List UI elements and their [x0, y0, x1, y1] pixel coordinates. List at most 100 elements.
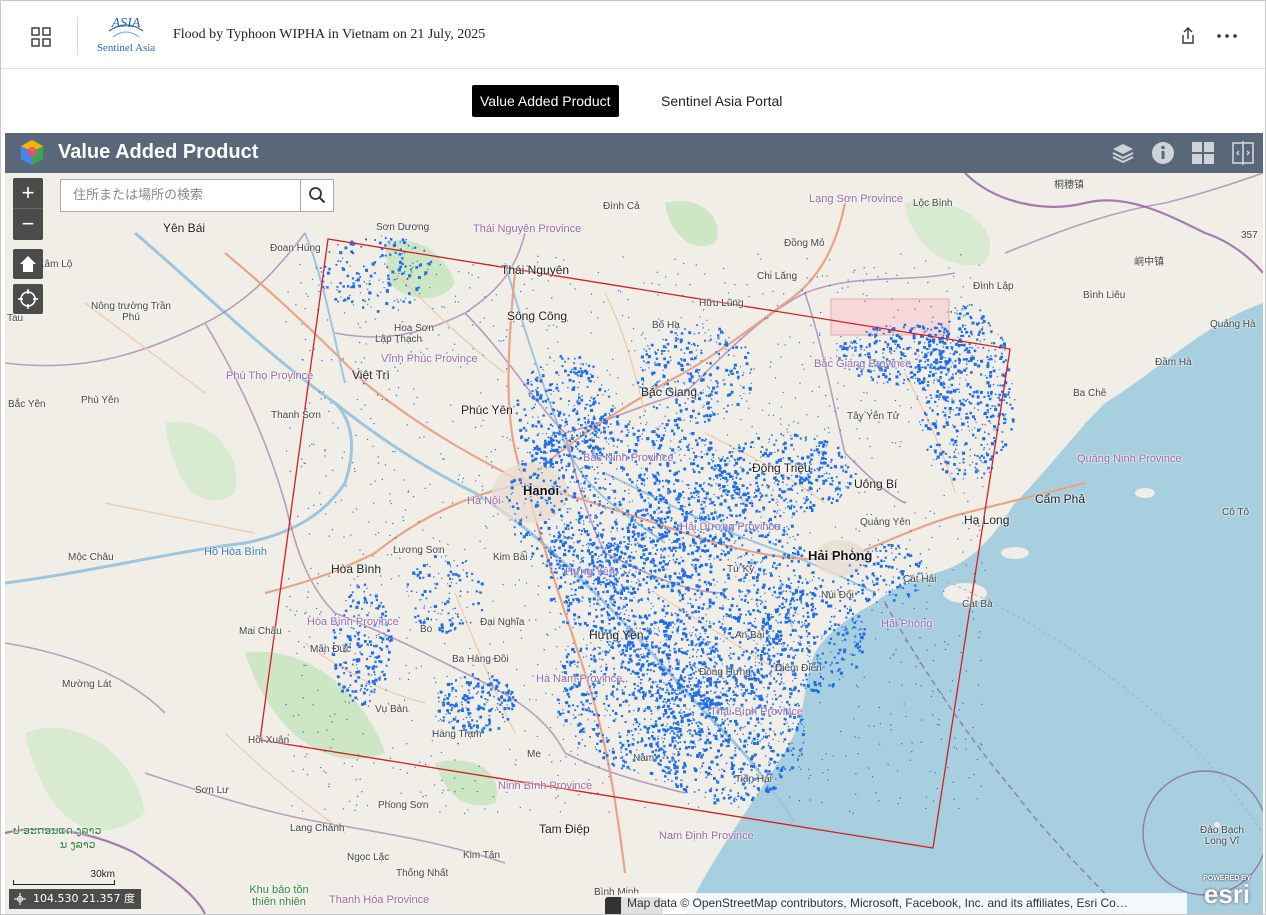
tab-value-added-product[interactable]: Value Added Product [472, 85, 619, 117]
flood-pixel [553, 535, 556, 538]
flood-pixel [549, 458, 553, 462]
flood-pixel [962, 326, 964, 328]
flood-pixel [852, 354, 854, 356]
flood-pixel [657, 709, 659, 711]
flood-pixel [939, 381, 943, 385]
flood-pixel [765, 732, 767, 734]
flood-pixel [630, 599, 634, 602]
flood-pixel [627, 743, 631, 747]
flood-pixel [660, 561, 662, 563]
flood-pixel [627, 538, 630, 541]
flood-pixel [869, 354, 871, 356]
flood-pixel [790, 559, 794, 563]
flood-pixel [1007, 393, 1010, 396]
about-button[interactable] [1143, 133, 1183, 173]
flood-pixel [664, 675, 666, 677]
flood-pixel [957, 344, 961, 347]
swipe-compare-button[interactable] [1223, 133, 1263, 173]
flood-pixel [602, 505, 605, 508]
flood-pixel [747, 692, 750, 695]
flood-pixel [642, 653, 644, 655]
flood-pixel [975, 344, 977, 346]
flood-pixel [646, 660, 649, 663]
basemap-gallery-button[interactable] [1183, 133, 1223, 173]
flood-pixel [599, 667, 601, 669]
flood-pixel [687, 484, 690, 487]
flood-pixel [605, 695, 608, 698]
flood-pixel [774, 787, 777, 790]
flood-pixel [471, 719, 474, 722]
flood-pixel [786, 747, 789, 750]
flood-pixel [803, 730, 805, 732]
flood-pixel [562, 477, 565, 480]
flood-pixel [800, 506, 803, 509]
flood-pixel [739, 590, 742, 593]
flood-pixel [674, 471, 678, 475]
flood-pixel [944, 411, 946, 413]
map-view[interactable]: Yên Bái Sơn Dương Đoan Hùng Lâm Lộ Nông … [5, 173, 1263, 914]
flood-pixel [728, 451, 732, 454]
flood-pixel [686, 611, 688, 613]
flood-pixel [598, 424, 601, 427]
flood-pixel [925, 413, 928, 416]
flood-pixel [633, 597, 635, 598]
flood-pixel [604, 390, 607, 393]
flood-pixel [609, 423, 612, 425]
flood-pixel [739, 683, 743, 686]
flood-pixel [559, 397, 562, 400]
flood-pixel [634, 519, 637, 521]
flood-pixel [658, 494, 662, 497]
flood-pixel [742, 447, 745, 450]
flood-pixel [745, 498, 749, 502]
tab-sentinel-asia-portal[interactable]: Sentinel Asia Portal [653, 85, 790, 117]
flood-pixel [945, 363, 948, 366]
flood-pixel [625, 603, 628, 607]
flood-pixel [629, 543, 631, 545]
flood-pixel [569, 370, 572, 374]
flood-pixel [696, 558, 700, 562]
share-button[interactable] [1177, 25, 1199, 47]
flood-pixel [929, 354, 932, 356]
flood-pixel [854, 473, 857, 475]
flood-pixel [779, 694, 782, 697]
flood-pixel [802, 741, 805, 744]
flood-pixel [673, 703, 675, 705]
flood-pixel [740, 578, 743, 581]
flood-pixel [709, 441, 713, 445]
flood-pixel [792, 512, 796, 516]
flood-pixel [544, 457, 547, 461]
flood-pixel [552, 449, 556, 452]
flood-pixel [785, 720, 787, 722]
flood-pixel [752, 576, 756, 580]
flood-pixel [697, 702, 700, 705]
flood-pixel [736, 472, 740, 476]
layer-list-button[interactable] [1103, 133, 1143, 173]
flood-pixel [615, 573, 618, 576]
flood-pixel [792, 622, 794, 624]
flood-pixel [703, 681, 705, 683]
flood-pixel [989, 391, 993, 394]
app-launcher-button[interactable] [21, 17, 61, 57]
flood-pixel [691, 676, 694, 679]
flood-pixel [570, 449, 573, 452]
flood-pixel [691, 538, 695, 541]
flood-pixel [562, 709, 564, 711]
flood-pixel [659, 444, 663, 447]
flood-pixel [958, 312, 962, 316]
flood-pixel [592, 494, 596, 497]
flood-pixel [693, 705, 696, 707]
flood-pixel [486, 701, 488, 703]
flood-pixel [797, 758, 799, 761]
flood-pixel [686, 730, 689, 733]
flood-pixel [976, 338, 979, 341]
flood-pixel [725, 693, 727, 694]
flood-pixel [914, 366, 917, 369]
flood-pixel [751, 683, 752, 684]
flood-pixel [626, 473, 629, 476]
flood-pixel [587, 466, 591, 470]
flood-pixel [579, 450, 582, 453]
flood-pixel [602, 487, 605, 489]
more-options-button[interactable] [1213, 25, 1241, 47]
flood-pixel [743, 534, 745, 536]
flood-pixel [675, 776, 678, 780]
